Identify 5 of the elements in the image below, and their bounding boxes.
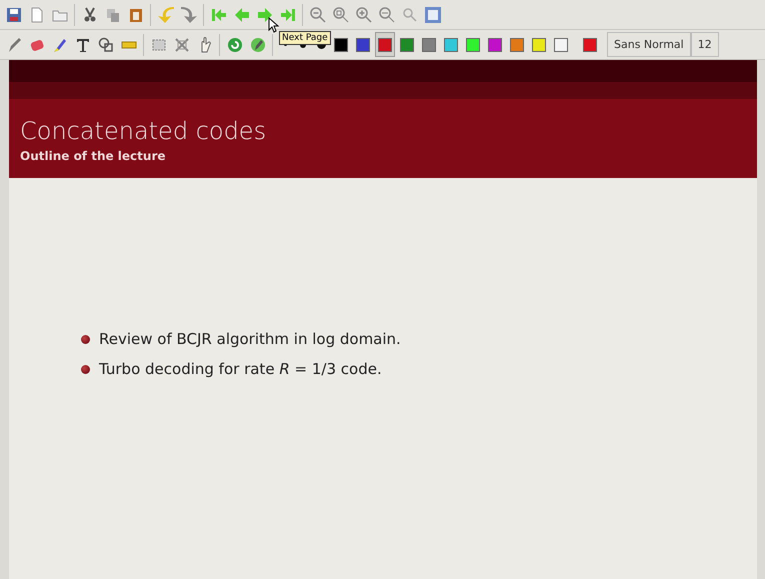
tooltip: Next Page (279, 31, 331, 45)
bullet-text: Review of BCJR algorithm in log domain. (99, 330, 401, 348)
bullet-text: Turbo decoding for rate R = 1/3 code. (99, 360, 382, 378)
slide-title: Concatenated codes (20, 117, 268, 145)
slide-subtitle: Outline of the lecture (20, 149, 167, 163)
